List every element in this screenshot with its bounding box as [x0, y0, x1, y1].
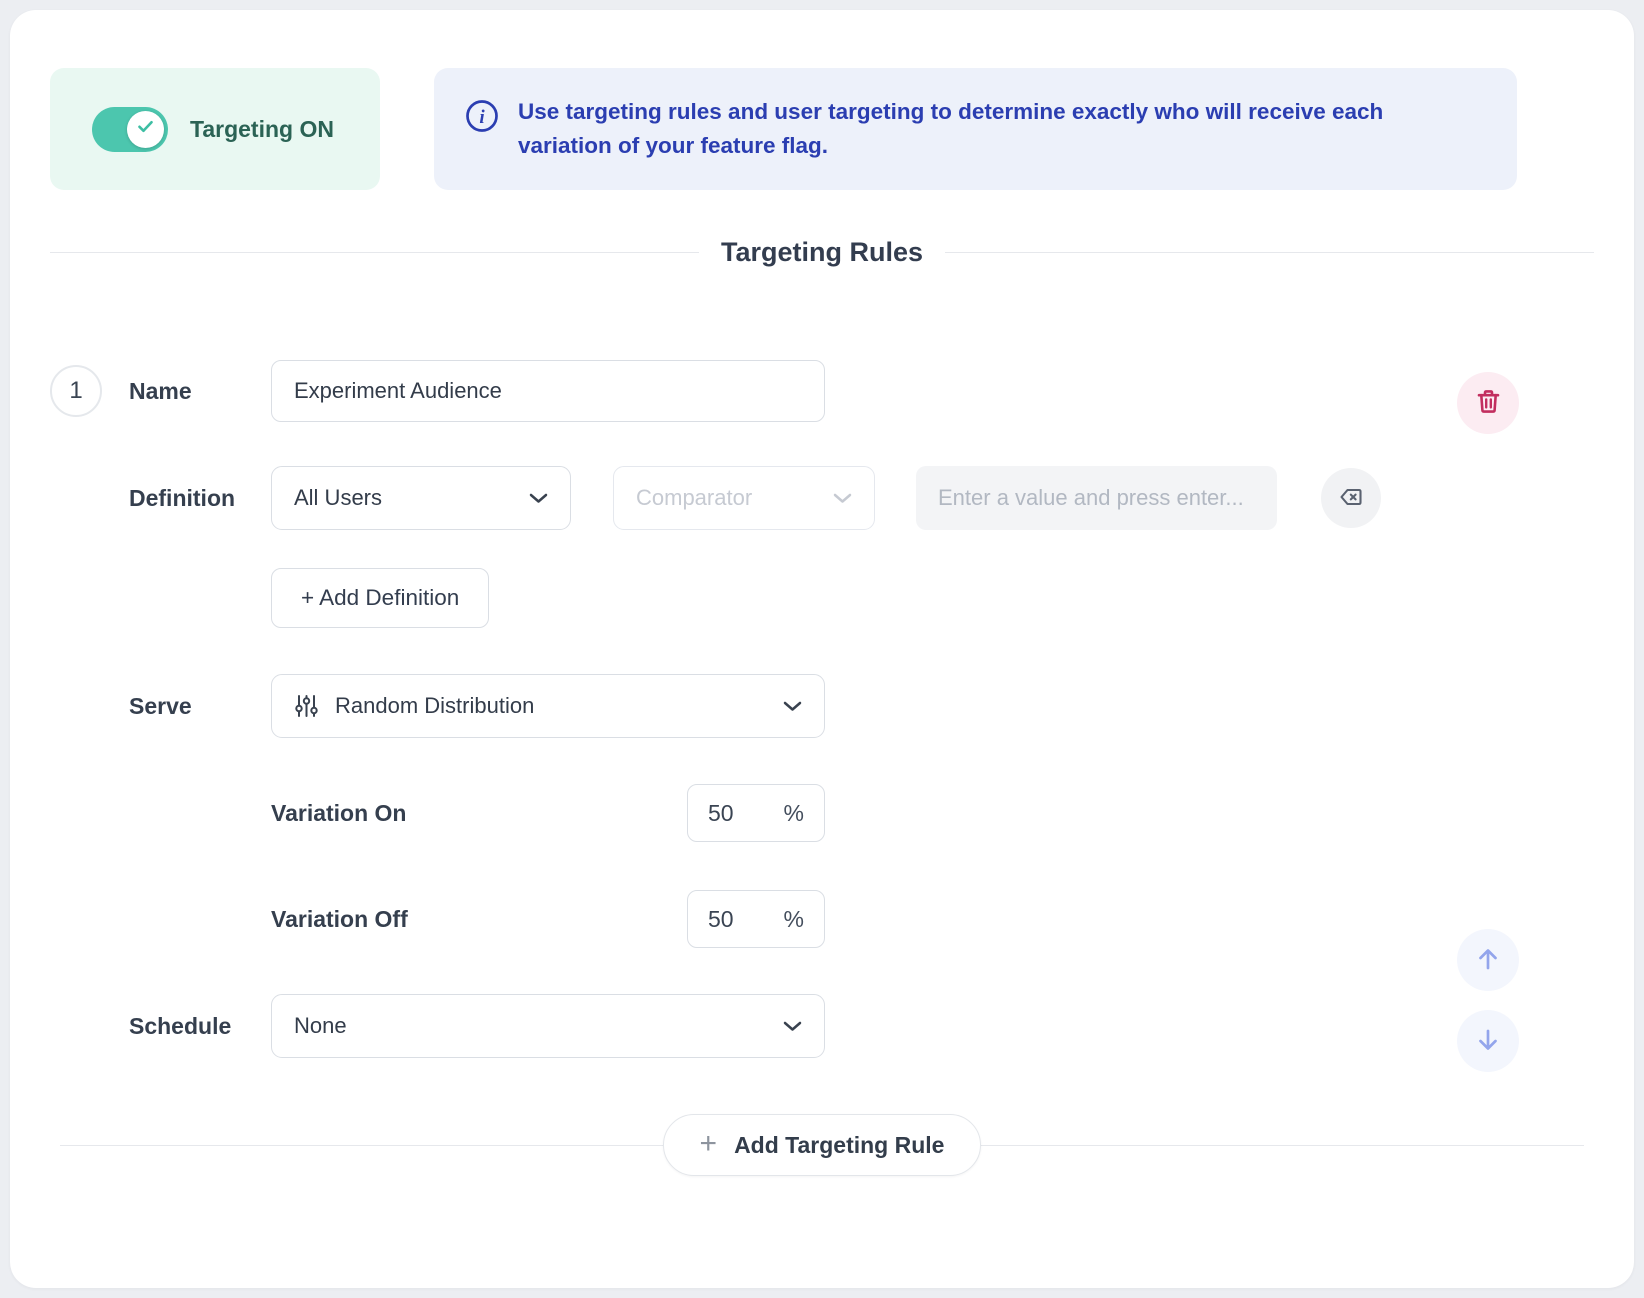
variation-on-value: 50	[708, 800, 734, 827]
percent-sign: %	[784, 906, 804, 933]
comparator-select[interactable]: Comparator	[613, 466, 875, 530]
add-targeting-rule-label: Add Targeting Rule	[734, 1132, 944, 1159]
variation-off-value: 50	[708, 906, 734, 933]
variation-off-label: Variation Off	[271, 906, 408, 933]
serve-select-value: Random Distribution	[335, 693, 534, 719]
check-icon	[137, 119, 154, 139]
schedule-select-value: None	[294, 1013, 347, 1039]
schedule-select[interactable]: None	[271, 994, 825, 1058]
toggle-knob	[127, 111, 164, 148]
info-banner-text: Use targeting rules and user targeting t…	[518, 95, 1468, 163]
attribute-select[interactable]: All Users	[271, 466, 571, 530]
serve-label: Serve	[129, 693, 271, 720]
top-row: Targeting ON i Use targeting rules and u…	[50, 68, 1594, 190]
comparator-select-placeholder: Comparator	[636, 485, 752, 511]
variation-off-input[interactable]: 50 %	[687, 890, 825, 948]
section-divider: Targeting Rules	[50, 236, 1594, 268]
page-background: Targeting ON i Use targeting rules and u…	[0, 0, 1644, 1298]
definition-label: Definition	[129, 485, 271, 512]
move-rule-down-button[interactable]	[1457, 1010, 1519, 1072]
rule-schedule-row: Schedule None	[50, 994, 1594, 1058]
serve-select[interactable]: Random Distribution	[271, 674, 825, 738]
targeting-toggle-container: Targeting ON	[50, 68, 380, 190]
name-label: Name	[129, 378, 271, 405]
section-title: Targeting Rules	[721, 237, 923, 268]
chevron-down-icon	[783, 1021, 802, 1032]
definition-value-input[interactable]	[916, 466, 1277, 530]
rule-name-row: 1 Name	[50, 360, 1594, 422]
percent-sign: %	[784, 800, 804, 827]
arrow-up-icon	[1473, 944, 1503, 977]
add-definition-row: + Add Definition	[50, 568, 1594, 628]
plus-icon: +	[700, 1129, 718, 1159]
divider-line-right	[945, 252, 1594, 253]
add-targeting-rule-button[interactable]: + Add Targeting Rule	[663, 1114, 982, 1176]
rule-index-badge: 1	[50, 365, 102, 417]
clear-value-button[interactable]	[1321, 468, 1381, 528]
rule-definition-row: Definition All Users Comparator	[50, 466, 1594, 530]
variation-on-input[interactable]: 50 %	[687, 784, 825, 842]
info-banner: i Use targeting rules and user targeting…	[434, 68, 1517, 190]
attribute-select-value: All Users	[294, 485, 382, 511]
rule-serve-row: Serve Random Distribution	[50, 674, 1594, 738]
targeting-toggle-label: Targeting ON	[190, 116, 334, 143]
divider-line-left	[50, 252, 699, 253]
targeting-toggle[interactable]	[92, 107, 168, 152]
targeting-panel: Targeting ON i Use targeting rules and u…	[10, 10, 1634, 1288]
sliders-icon	[294, 693, 319, 719]
info-icon: i	[464, 98, 500, 134]
move-rule-up-button[interactable]	[1457, 929, 1519, 991]
rule-name-input[interactable]	[271, 360, 825, 422]
delete-rule-button[interactable]	[1457, 372, 1519, 434]
trash-icon	[1473, 386, 1504, 420]
variation-on-label: Variation On	[271, 800, 406, 827]
footer-row: + Add Targeting Rule	[50, 1114, 1594, 1176]
backspace-icon	[1337, 483, 1365, 514]
arrow-down-icon	[1473, 1025, 1503, 1058]
chevron-down-icon	[783, 701, 802, 712]
chevron-down-icon	[529, 493, 548, 504]
svg-text:i: i	[479, 107, 485, 128]
add-definition-button[interactable]: + Add Definition	[271, 568, 489, 628]
chevron-down-icon	[833, 493, 852, 504]
variation-off-row: Variation Off 50 %	[50, 890, 1594, 948]
variation-on-row: Variation On 50 %	[50, 784, 1594, 842]
schedule-label: Schedule	[129, 1013, 271, 1040]
